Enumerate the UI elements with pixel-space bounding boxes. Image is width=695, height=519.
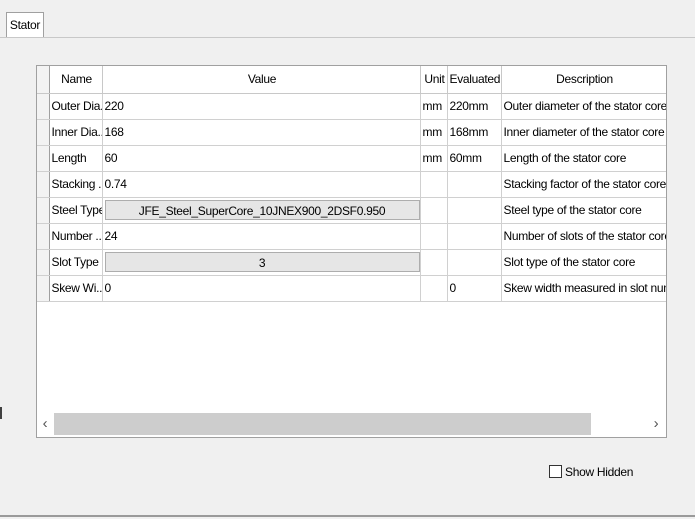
table-row[interactable]: Skew Wi... 0 0 Skew width measured in slot … (37, 275, 666, 302)
column-header-evaluated[interactable]: Evaluated... (447, 66, 502, 94)
corner-header[interactable] (37, 66, 50, 94)
scrollbar-thumb[interactable] (54, 413, 591, 435)
cell-value[interactable]: 0 (102, 275, 421, 302)
cell-description: Stacking factor of the stator core (501, 171, 666, 198)
panel-edge-mark (0, 407, 2, 419)
cell-description: Inner diameter of the stator core (501, 119, 666, 146)
scroll-left-icon[interactable]: ‹ (37, 411, 53, 437)
table-row[interactable]: Inner Dia... 168 mm 168mm Inner diameter of … (37, 119, 666, 146)
property-table: Name Value Unit Evaluated... Description… (37, 66, 666, 302)
cell-name[interactable]: Steel Type (49, 197, 103, 224)
row-header[interactable] (37, 223, 50, 250)
table-row[interactable]: Steel Type JFE_Steel_SuperCore_10JNEX900_… (37, 197, 666, 224)
cell-name[interactable]: Skew Wi... (49, 275, 103, 302)
cell-evaluated (447, 171, 502, 198)
cell-description: Length of the stator core (501, 145, 666, 172)
table-row[interactable]: Stacking ... 0.74 Stacking factor of the s… (37, 171, 666, 198)
column-header-description[interactable]: Description (501, 66, 666, 94)
cell-unit[interactable]: mm (420, 145, 448, 172)
scroll-right-icon[interactable]: › (648, 411, 664, 437)
property-grid: Name Value Unit Evaluated... Description… (36, 65, 667, 438)
cell-evaluated (447, 249, 502, 276)
cell-unit[interactable] (420, 171, 448, 198)
cell-name[interactable]: Stacking ... (49, 171, 103, 198)
cell-value[interactable]: 220 (102, 93, 421, 120)
cell-value[interactable]: 168 (102, 119, 421, 146)
row-header[interactable] (37, 171, 50, 198)
cell-evaluated (447, 223, 502, 250)
cell-description: Slot type of the stator core (501, 249, 666, 276)
cell-description: Number of slots of the stator core (501, 223, 666, 250)
cell-value[interactable]: 60 (102, 145, 421, 172)
cell-value: 3 (102, 249, 421, 276)
tab-stator[interactable]: Stator (6, 12, 44, 38)
column-header-name[interactable]: Name (49, 66, 103, 94)
cell-description: Skew width measured in slot number (501, 275, 666, 302)
cell-value[interactable]: 0.74 (102, 171, 421, 198)
cell-unit[interactable] (420, 275, 448, 302)
cell-description: Outer diameter of the stator core (501, 93, 666, 120)
cell-evaluated: 60mm (447, 145, 502, 172)
horizontal-scrollbar[interactable]: ‹ › (37, 411, 666, 437)
show-hidden-checkbox[interactable] (549, 465, 562, 478)
row-header[interactable] (37, 119, 50, 146)
cell-value: JFE_Steel_SuperCore_10JNEX900_2DSF0.950 (102, 197, 421, 224)
row-header[interactable] (37, 249, 50, 276)
cell-unit[interactable] (420, 223, 448, 250)
table-row[interactable]: Outer Dia...220mm220mmOuter diameter of … (37, 93, 666, 120)
cell-unit[interactable] (420, 249, 448, 276)
cell-unit[interactable]: mm (420, 93, 448, 120)
cell-name[interactable]: Outer Dia... (49, 93, 103, 120)
column-header-value[interactable]: Value (102, 66, 421, 94)
tab-strip: Stator (0, 0, 695, 38)
column-header-unit[interactable]: Unit (420, 66, 448, 94)
row-header[interactable] (37, 145, 50, 172)
cell-evaluated (447, 197, 502, 224)
cell-description: Steel type of the stator core (501, 197, 666, 224)
header-row: Name Value Unit Evaluated... Description (37, 66, 666, 94)
row-header[interactable] (37, 93, 50, 120)
cell-name[interactable]: Inner Dia... (49, 119, 103, 146)
value-select-button[interactable]: JFE_Steel_SuperCore_10JNEX900_2DSF0.950 (104, 200, 419, 220)
value-select-button[interactable]: 3 (104, 252, 419, 272)
table-row[interactable]: Length 60 mm 60mm Length of the stator core (37, 145, 666, 172)
cell-value[interactable]: 24 (102, 223, 421, 250)
show-hidden-label: Show Hidden (565, 465, 634, 479)
cell-name[interactable]: Number ... (49, 223, 103, 250)
cell-name[interactable]: Length (49, 145, 103, 172)
table-row[interactable]: Number ... 24 Number of slots of the stato… (37, 223, 666, 250)
cell-name[interactable]: Slot Type (49, 249, 103, 276)
row-header[interactable] (37, 197, 50, 224)
cell-evaluated: 168mm (447, 119, 502, 146)
cell-evaluated: 220mm (447, 93, 502, 120)
cell-evaluated: 0 (447, 275, 502, 302)
row-header[interactable] (37, 275, 50, 302)
table-row[interactable]: Slot Type 3 Slot type of the stator core (37, 249, 666, 276)
cell-unit[interactable]: mm (420, 119, 448, 146)
cell-unit[interactable] (420, 197, 448, 224)
